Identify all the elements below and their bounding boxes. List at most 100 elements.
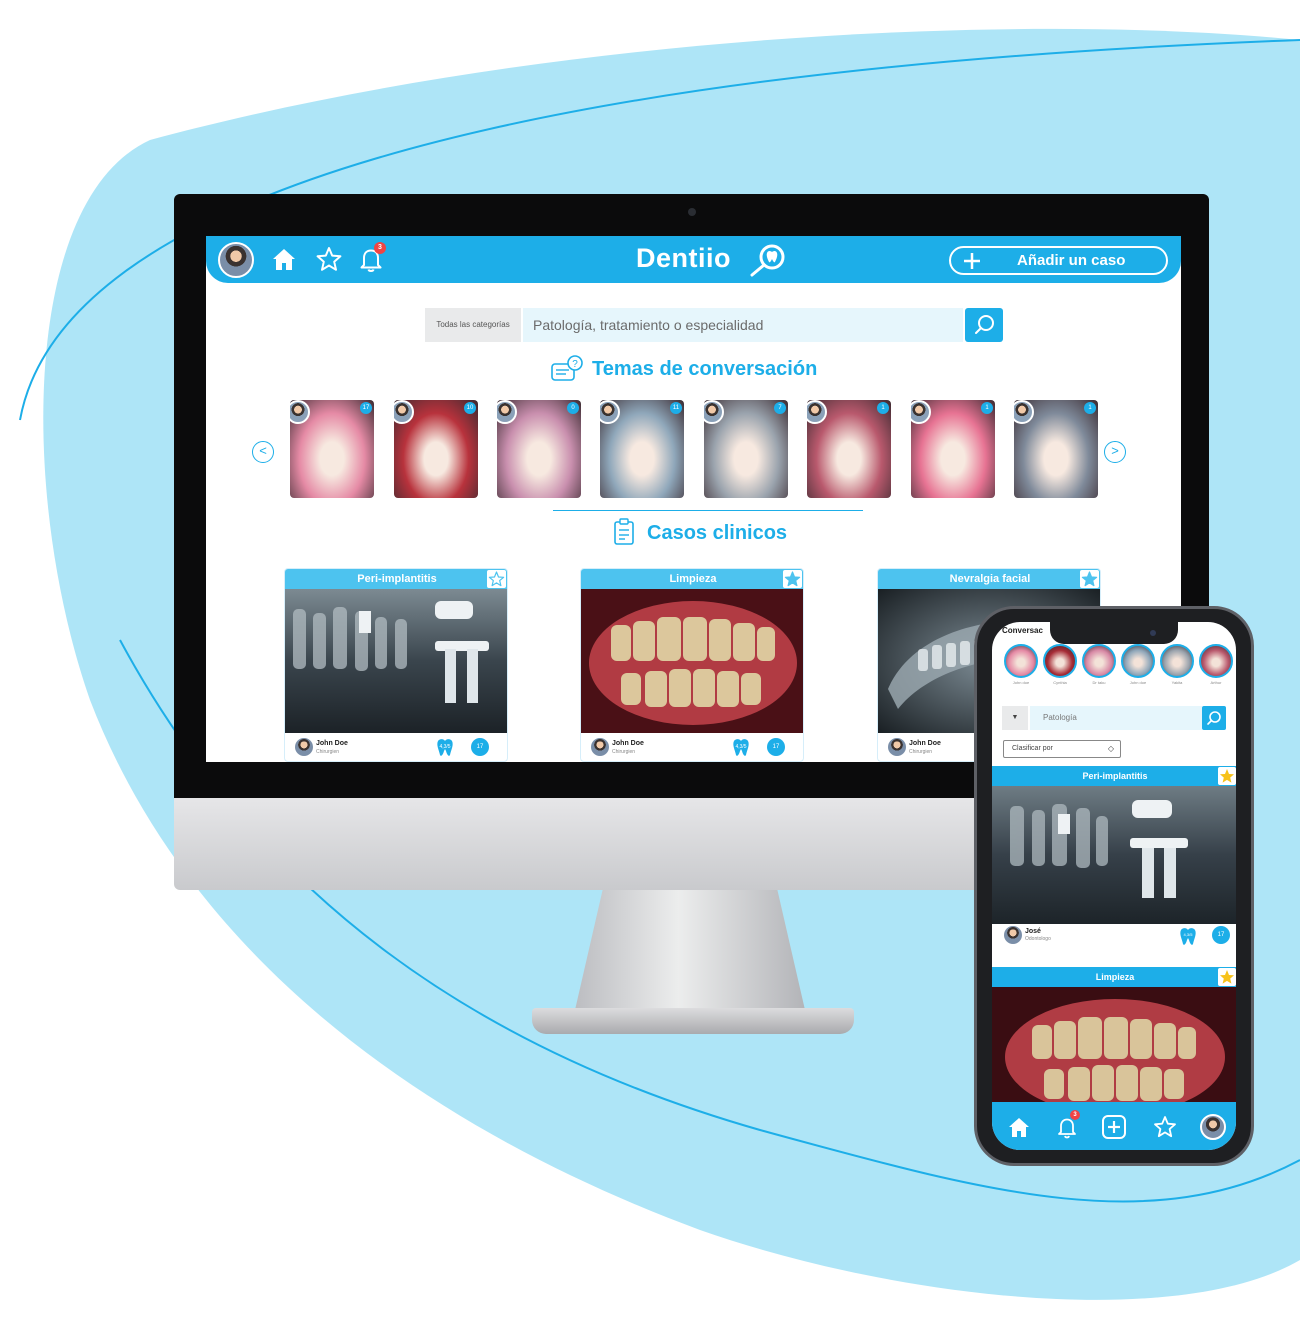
- story-name: Dr taku: [1092, 680, 1106, 685]
- search-icon: [975, 315, 994, 334]
- category-select[interactable]: Todas las categorías: [425, 308, 521, 342]
- mobile-case-footer: José Odontologo 4,3/5 17: [992, 924, 1236, 946]
- story-avatar[interactable]: [1004, 644, 1038, 678]
- author-name: José: [1025, 928, 1041, 935]
- comment-count[interactable]: 17: [471, 738, 489, 756]
- top-bar: 3 Dentiio Añadir un caso: [206, 236, 1181, 283]
- topic-thumbnail[interactable]: 1: [807, 400, 891, 498]
- topic-comment-count: 11: [670, 402, 682, 414]
- topic-comment-count: 1: [981, 402, 993, 414]
- mobile-search-input[interactable]: Patología: [1030, 706, 1202, 730]
- topic-author-avatar: [704, 400, 724, 424]
- topic-author-avatar: [394, 400, 414, 424]
- story-name: John doe: [1129, 680, 1147, 685]
- carousel-next-button[interactable]: >: [1104, 441, 1126, 463]
- home-icon[interactable]: [1006, 1114, 1032, 1140]
- conversations-label: Conversac: [1002, 626, 1043, 635]
- topic-thumbnail[interactable]: 0: [497, 400, 581, 498]
- topic-author-avatar: [600, 400, 620, 424]
- phone-notch: [1050, 622, 1178, 644]
- case-image: [581, 589, 803, 733]
- favorite-star-icon[interactable]: [783, 570, 802, 588]
- mobile-case-title: Limpieza: [992, 967, 1236, 987]
- search-button[interactable]: [965, 308, 1003, 342]
- mobile-case-card[interactable]: Limpieza: [992, 967, 1236, 1107]
- rating-value: 4,3/5: [735, 744, 747, 750]
- story-name: John doe: [1012, 680, 1030, 685]
- topic-comment-count: 7: [774, 402, 786, 414]
- star-icon[interactable]: [314, 244, 344, 274]
- sort-label: Clasificar por: [1012, 745, 1053, 752]
- favorite-star-icon[interactable]: [1080, 570, 1099, 588]
- story-name: Yakita: [1171, 680, 1183, 685]
- case-footer: John Doe Chirurgien 4,3/5 17: [285, 735, 507, 761]
- user-avatar[interactable]: [218, 242, 254, 278]
- favorite-star-icon[interactable]: [487, 570, 506, 588]
- story-avatar[interactable]: [1043, 644, 1077, 678]
- phone-camera: [1150, 630, 1156, 636]
- add-case-label: Añadir un caso: [1017, 252, 1126, 269]
- section-divider: [553, 510, 863, 511]
- teeth-photo: [992, 987, 1236, 1107]
- case-card[interactable]: Limpieza John Doe Chirurgien 4,3/5 17: [580, 568, 804, 762]
- mobile-notification-badge: 3: [1070, 1110, 1080, 1120]
- author-role: Chirurgien: [612, 749, 636, 755]
- story-avatar[interactable]: [1199, 644, 1233, 678]
- case-card[interactable]: Peri-implantitis John Doe Chirurgien 4,3/5 1…: [284, 568, 508, 762]
- topic-thumbnail[interactable]: 7: [704, 400, 788, 498]
- author-role: Chirurgien: [909, 749, 933, 755]
- author-avatar[interactable]: [295, 738, 313, 756]
- author-avatar[interactable]: [591, 738, 609, 756]
- topic-author-avatar: [807, 400, 827, 424]
- case-title: Nevralgia facial: [878, 569, 1100, 589]
- star-icon[interactable]: [1152, 1114, 1178, 1140]
- story-name: Arthur: [1210, 680, 1222, 685]
- topic-author-avatar: [497, 400, 517, 424]
- topic-thumbnail[interactable]: 1: [911, 400, 995, 498]
- user-avatar[interactable]: [1200, 1114, 1226, 1140]
- topic-thumbnail[interactable]: 17: [290, 400, 374, 498]
- favorite-star-icon[interactable]: [1218, 968, 1236, 986]
- topics-title: Temas de conversación: [592, 358, 818, 380]
- carousel-prev-button[interactable]: <: [252, 441, 274, 463]
- magnifier-tooth-logo-icon: [750, 244, 785, 277]
- search-input[interactable]: [523, 308, 963, 342]
- story-avatar[interactable]: [1121, 644, 1155, 678]
- topic-comment-count: 17: [360, 402, 372, 414]
- topic-comment-count: 0: [567, 402, 579, 414]
- topic-comment-count: 1: [877, 402, 889, 414]
- add-case-button[interactable]: Añadir un caso: [949, 246, 1168, 275]
- case-title: Peri-implantitis: [285, 569, 507, 589]
- author-name: John Doe: [612, 740, 644, 747]
- xray-image: [992, 786, 1236, 924]
- svg-text:?: ?: [572, 359, 578, 370]
- case-image: [285, 589, 507, 733]
- topic-comment-count: 1: [1084, 402, 1096, 414]
- plus-icon: [964, 253, 980, 269]
- comment-count[interactable]: 17: [767, 738, 785, 756]
- story-avatar[interactable]: [1082, 644, 1116, 678]
- mobile-bottom-nav: 3: [992, 1102, 1236, 1150]
- sort-select[interactable]: Clasificar por ◇: [1003, 740, 1121, 758]
- camera-dot: [688, 208, 696, 216]
- comment-count[interactable]: 17: [1212, 926, 1230, 944]
- mobile-search-button[interactable]: [1202, 706, 1226, 730]
- author-avatar[interactable]: [1004, 926, 1022, 944]
- story-avatar[interactable]: [1160, 644, 1194, 678]
- home-icon[interactable]: [269, 244, 299, 274]
- topic-comment-count: 10: [464, 402, 476, 414]
- author-role: Odontologo: [1025, 936, 1051, 942]
- monitor-stand: [575, 890, 805, 1010]
- topic-thumbnail[interactable]: 10: [394, 400, 478, 498]
- case-title: Limpieza: [581, 569, 803, 589]
- topic-thumbnail[interactable]: 1: [1014, 400, 1098, 498]
- mobile-category-dropdown[interactable]: ▼: [1002, 706, 1028, 730]
- notification-badge: 3: [374, 242, 386, 254]
- favorite-star-icon[interactable]: [1218, 767, 1236, 785]
- topic-thumbnail[interactable]: 11: [600, 400, 684, 498]
- topics-carousel: < 17 10 0 11 7 1 1 1 >: [206, 396, 1181, 501]
- add-case-icon[interactable]: [1101, 1114, 1127, 1140]
- story-name: Cynthia: [1053, 680, 1067, 685]
- author-avatar[interactable]: [888, 738, 906, 756]
- mobile-case-card[interactable]: Peri-implantitis José Odontologo 4,3/5 1…: [992, 766, 1236, 948]
